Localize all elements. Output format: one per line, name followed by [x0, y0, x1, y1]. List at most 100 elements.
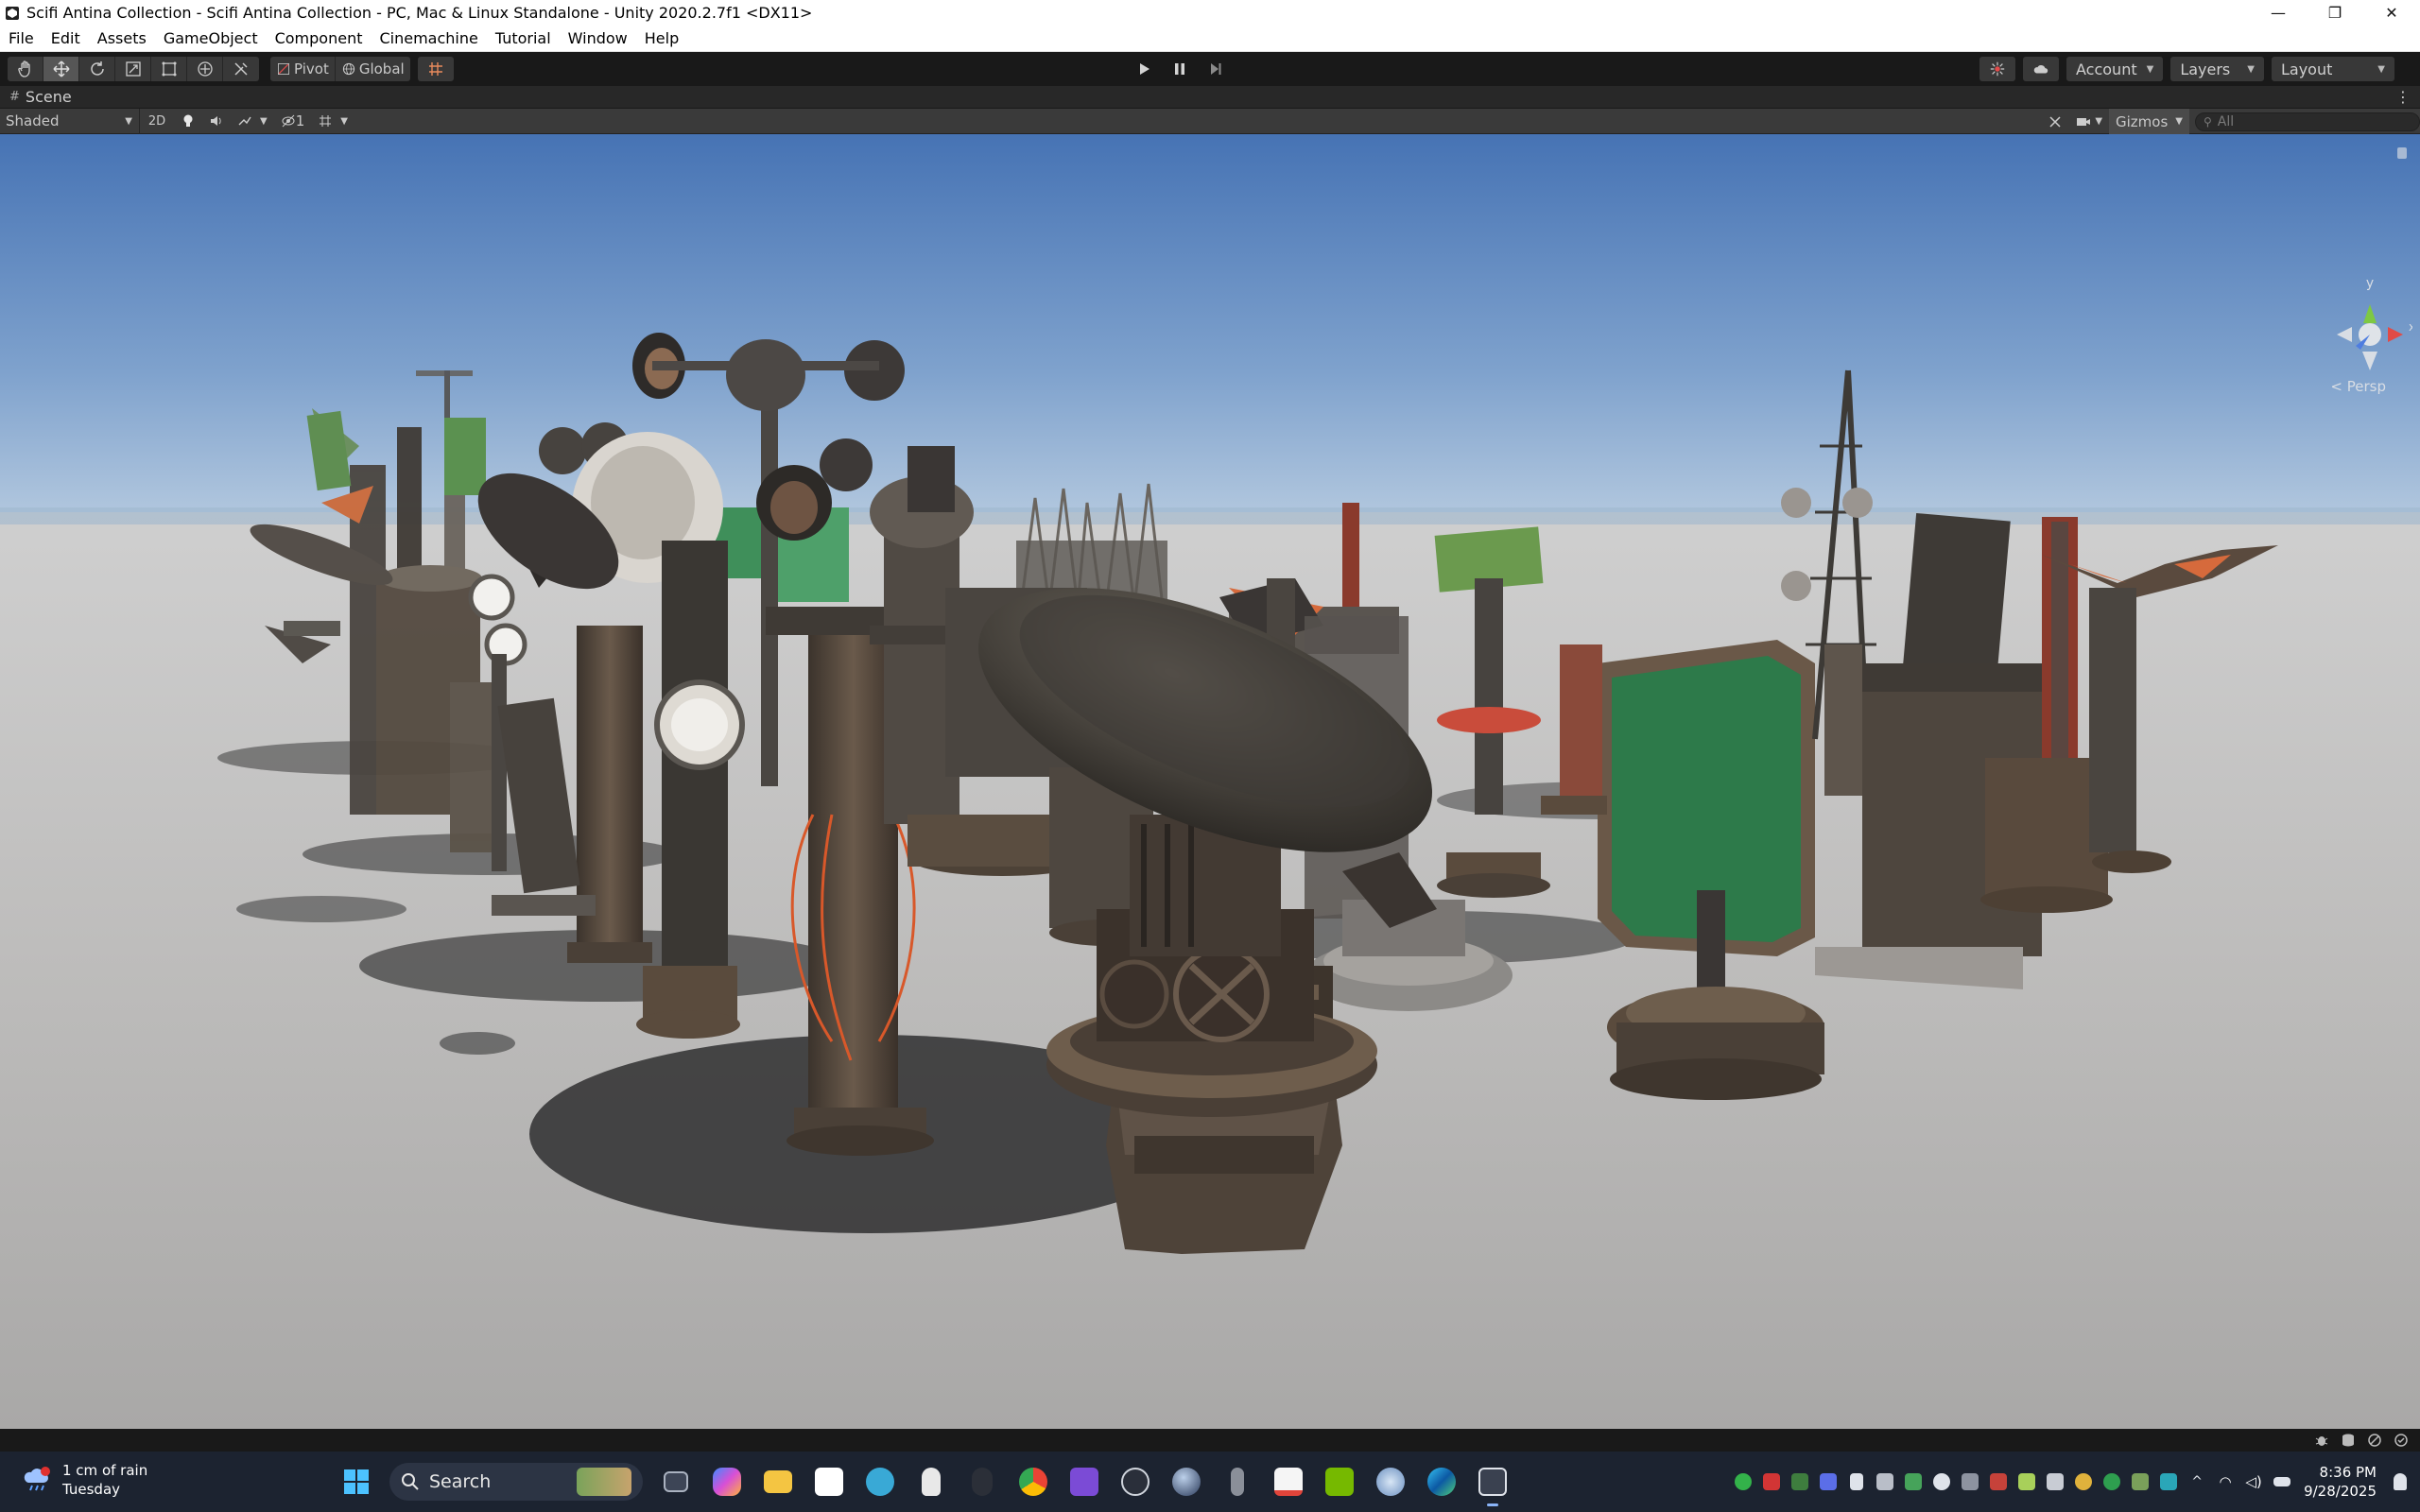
tray-volume[interactable]: ◁): [2239, 1452, 2268, 1512]
tray-green[interactable]: [1899, 1452, 1927, 1512]
menu-tutorial[interactable]: Tutorial: [487, 26, 560, 52]
close-button[interactable]: ✕: [2363, 0, 2420, 26]
tray-app-a[interactable]: [1786, 1452, 1814, 1512]
grid-snap-icon: [428, 62, 442, 76]
layers-dropdown[interactable]: Layers ▼: [2170, 57, 2264, 81]
chrome-button[interactable]: [1008, 1452, 1059, 1512]
2d-toggle[interactable]: 2D: [140, 109, 174, 134]
global-toggle[interactable]: Global: [336, 57, 410, 81]
gizmo-y-label: y: [2366, 276, 2374, 291]
transform-tool-button[interactable]: [187, 57, 223, 81]
tray-grammarly[interactable]: [1927, 1452, 1956, 1512]
leaf-icon: [1905, 1473, 1923, 1490]
draw-mode-dropdown[interactable]: Shaded ▼: [0, 108, 140, 134]
alien-app-button[interactable]: [906, 1452, 957, 1512]
pause-button[interactable]: [1162, 57, 1198, 81]
menu-window[interactable]: Window: [560, 26, 636, 52]
weather-widget[interactable]: 1 cm of rain Tuesday: [23, 1461, 147, 1499]
rotate-tool-button[interactable]: [79, 57, 115, 81]
tray-yellow[interactable]: [2069, 1452, 2098, 1512]
menu-gameobject[interactable]: GameObject: [155, 26, 267, 52]
purple-app-button[interactable]: [1059, 1452, 1110, 1512]
obs-button[interactable]: [1110, 1452, 1161, 1512]
globe-app-2-button[interactable]: [1365, 1452, 1416, 1512]
camera-dropdown[interactable]: ▼: [2069, 109, 2109, 134]
play-button[interactable]: [1126, 57, 1162, 81]
unity-taskbar-button[interactable]: [1467, 1452, 1518, 1512]
nvidia-button[interactable]: [1314, 1452, 1365, 1512]
restore-button[interactable]: ❐: [2307, 0, 2363, 26]
tray-battery[interactable]: [2268, 1452, 2296, 1512]
sphere-app-button[interactable]: [1161, 1452, 1212, 1512]
menu-edit[interactable]: Edit: [43, 26, 89, 52]
browser-globe-button[interactable]: [855, 1452, 906, 1512]
menu-assets[interactable]: Assets: [89, 26, 155, 52]
grid-snap-button[interactable]: [418, 57, 454, 81]
gizmos-dropdown[interactable]: Gizmos ▼: [2109, 109, 2189, 134]
minimize-button[interactable]: —: [2250, 0, 2307, 26]
global-label: Global: [358, 60, 405, 77]
dark-app-button[interactable]: [957, 1452, 1008, 1512]
background-tasks-button[interactable]: [2361, 1429, 2388, 1452]
tray-cube[interactable]: [1871, 1452, 1899, 1512]
tab-menu-button[interactable]: ⋮: [2395, 86, 2411, 109]
account-dropdown[interactable]: Account ▼: [2066, 57, 2164, 81]
tray-vscode[interactable]: [1842, 1452, 1871, 1512]
tray-teal[interactable]: [2154, 1452, 2183, 1512]
hand-tool-button[interactable]: [8, 57, 43, 81]
tray-red[interactable]: [1984, 1452, 2013, 1512]
edge-button[interactable]: [1416, 1452, 1467, 1512]
custom-tool-button[interactable]: [223, 57, 259, 81]
scale-tool-button[interactable]: [115, 57, 151, 81]
menu-help[interactable]: Help: [636, 26, 687, 52]
progress-button[interactable]: [2388, 1429, 2414, 1452]
scene-viewport[interactable]: y x < Persp: [0, 134, 2420, 1429]
grid-dropdown[interactable]: ▼: [311, 109, 354, 134]
menu-cinemachine[interactable]: Cinemachine: [371, 26, 486, 52]
notification-button[interactable]: [2386, 1452, 2414, 1512]
tools-toggle[interactable]: [2041, 109, 2069, 134]
store-button[interactable]: [804, 1452, 855, 1512]
tray-photos[interactable]: [2126, 1452, 2154, 1512]
pivot-toggle[interactable]: Pivot: [270, 57, 336, 81]
scene-search-input[interactable]: ⚲ All: [2195, 112, 2420, 131]
tray-app-b[interactable]: [1814, 1452, 1842, 1512]
tray-green-2[interactable]: [2098, 1452, 2126, 1512]
copilot-button[interactable]: [701, 1452, 752, 1512]
vscode-icon: [1850, 1473, 1864, 1490]
menu-file[interactable]: File: [0, 26, 43, 52]
microphone-app-button[interactable]: [1212, 1452, 1263, 1512]
bug-report-button[interactable]: [2308, 1429, 2335, 1452]
rect-tool-button[interactable]: [151, 57, 187, 81]
tray-expand[interactable]: ^: [2183, 1452, 2211, 1512]
cache-button[interactable]: [2335, 1429, 2361, 1452]
clock[interactable]: 8:36 PM 9/28/2025: [2304, 1463, 2377, 1501]
effects-dropdown[interactable]: ▼: [231, 109, 274, 134]
title-bar: Scifi Antina Collection - Scifi Antina C…: [0, 0, 2420, 26]
tray-pen[interactable]: [2013, 1452, 2041, 1512]
unity-icon: [1478, 1468, 1507, 1496]
lighting-toggle[interactable]: [174, 109, 202, 134]
draw-mode-label: Shaded: [6, 112, 60, 129]
step-button[interactable]: [1198, 57, 1234, 81]
tray-cloud[interactable]: [1956, 1452, 1984, 1512]
collab-button[interactable]: [1979, 57, 2015, 81]
task-view-button[interactable]: [650, 1452, 701, 1512]
file-explorer-button[interactable]: [752, 1452, 804, 1512]
layout-dropdown[interactable]: Layout ▼: [2271, 57, 2394, 81]
scene-tab[interactable]: # Scene: [0, 86, 72, 109]
hidden-objects-toggle[interactable]: 1: [274, 109, 312, 134]
menu-component[interactable]: Component: [267, 26, 372, 52]
tray-xbox[interactable]: [1729, 1452, 1757, 1512]
tray-wifi[interactable]: ◠: [2211, 1452, 2239, 1512]
cloud-button[interactable]: [2023, 57, 2059, 81]
tray-ime[interactable]: [2041, 1452, 2069, 1512]
audio-toggle[interactable]: [202, 109, 231, 134]
paint-app-button[interactable]: [1263, 1452, 1314, 1512]
taskbar-search-box[interactable]: Search: [389, 1463, 643, 1501]
lock-icon[interactable]: [2397, 147, 2407, 159]
tray-security[interactable]: [1757, 1452, 1786, 1512]
move-tool-button[interactable]: [43, 57, 79, 81]
start-button[interactable]: [331, 1452, 382, 1512]
projection-label[interactable]: < Persp: [2330, 378, 2386, 395]
